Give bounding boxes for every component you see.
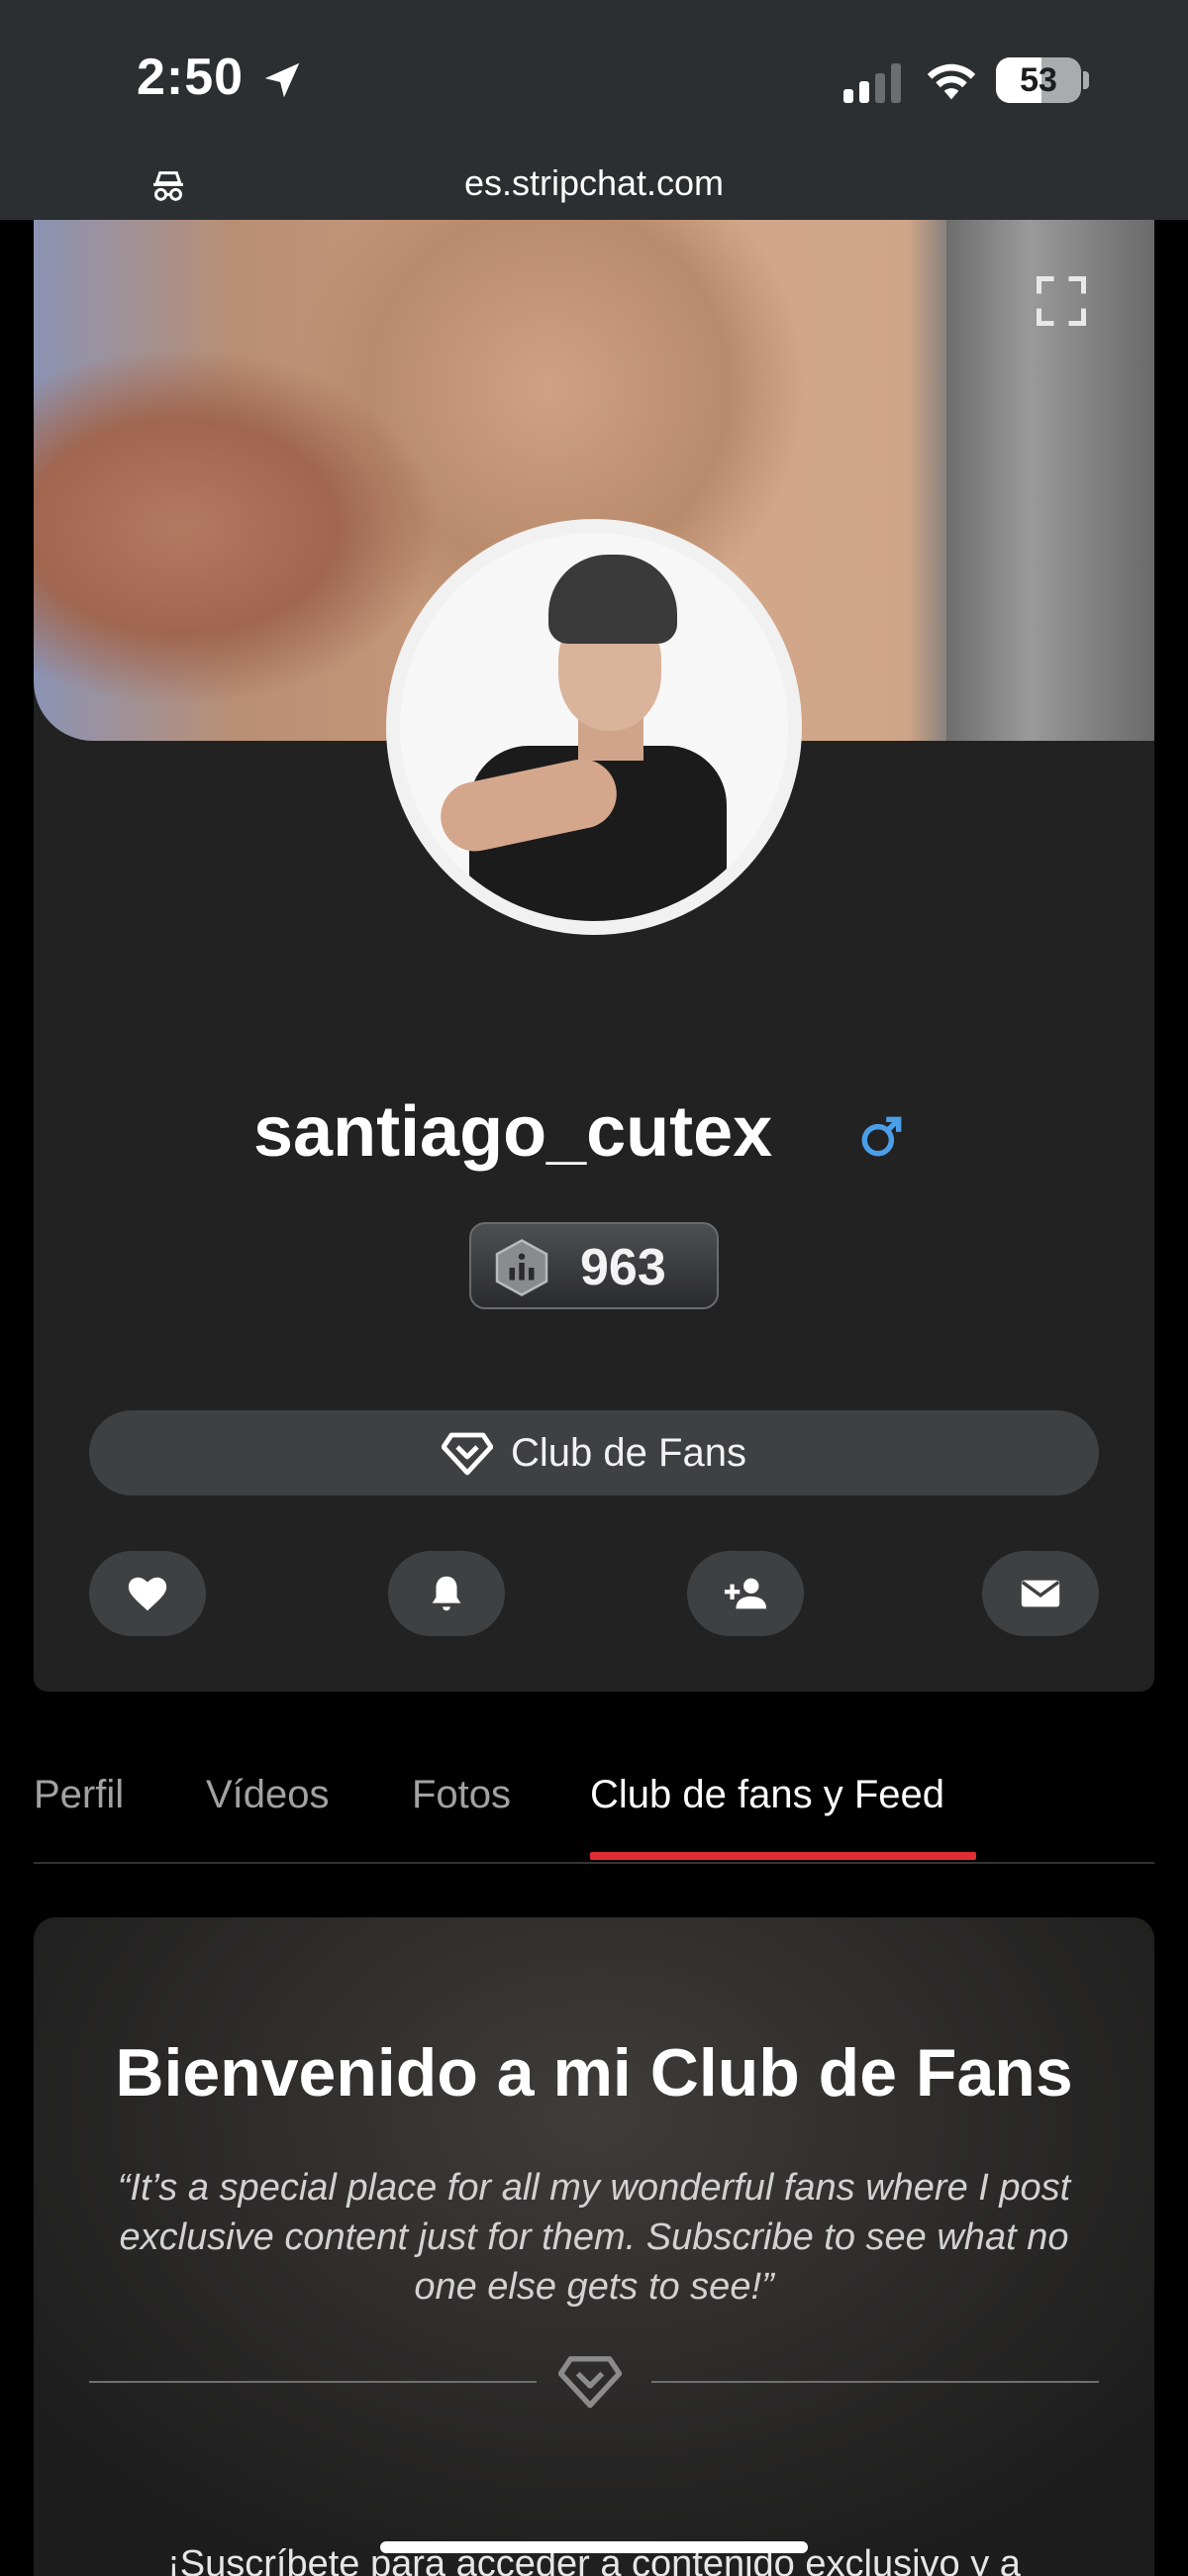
- tab-fan-club-feed[interactable]: Club de fans y Feed: [590, 1773, 944, 1817]
- message-button[interactable]: [982, 1551, 1099, 1636]
- browser-url-bar[interactable]: es.stripchat.com: [0, 158, 1188, 220]
- tab-videos[interactable]: Vídeos: [206, 1773, 330, 1817]
- diamond-icon: [442, 1432, 494, 1476]
- battery-percent: 53: [1020, 61, 1057, 99]
- add-friend-button[interactable]: [687, 1551, 804, 1636]
- add-user-icon: [724, 1578, 767, 1609]
- level-hexagon-icon: [495, 1239, 548, 1296]
- envelope-icon: [1021, 1580, 1060, 1607]
- favorite-button[interactable]: [89, 1551, 206, 1636]
- fan-club-welcome-card: Bienvenido a mi Club de Fans “It’s a spe…: [34, 1917, 1154, 2576]
- tab-fotos[interactable]: Fotos: [412, 1773, 511, 1817]
- username: santiago_cutex: [253, 1092, 773, 1172]
- wifi-icon: [927, 63, 976, 100]
- male-symbol-icon: [861, 1116, 902, 1157]
- location-arrow-icon: [264, 62, 300, 98]
- url-text[interactable]: es.stripchat.com: [0, 162, 1188, 204]
- profile-card: santiago_cutex 963 Club de Fans: [34, 220, 1154, 1692]
- fan-club-label: Club de Fans: [511, 1430, 746, 1475]
- avatar-photo: [400, 533, 788, 921]
- welcome-quote: “It’s a special place for all my wonderf…: [117, 2167, 1071, 2308]
- diamond-icon: [558, 2356, 622, 2409]
- divider-right: [651, 2381, 1099, 2383]
- avatar[interactable]: [386, 519, 802, 935]
- status-bar: 2:50 53: [0, 0, 1188, 158]
- battery-cap: [1083, 71, 1089, 89]
- tab-perfil[interactable]: Perfil: [34, 1773, 124, 1817]
- heart-icon: [128, 1577, 167, 1611]
- username-row: santiago_cutex: [34, 1091, 1154, 1190]
- status-time: 2:50: [137, 49, 245, 106]
- fullscreen-icon[interactable]: [1032, 271, 1091, 331]
- profile-tabs: Perfil Vídeos Fotos Club de fans y Feed: [34, 1753, 1154, 1864]
- bell-icon: [432, 1576, 461, 1611]
- fan-club-button[interactable]: Club de Fans: [89, 1410, 1099, 1495]
- home-indicator[interactable]: [380, 2541, 808, 2553]
- battery-indicator: 53: [996, 57, 1081, 103]
- welcome-title: Bienvenido a mi Club de Fans: [115, 2035, 1073, 2111]
- level-value: 963: [580, 1239, 666, 1296]
- cellular-signal-icon: [843, 63, 901, 103]
- active-tab-underline: [590, 1852, 976, 1860]
- avatar-beanie: [548, 555, 677, 644]
- level-badge[interactable]: 963: [469, 1222, 719, 1309]
- notifications-button[interactable]: [388, 1551, 505, 1636]
- divider-left: [89, 2381, 537, 2383]
